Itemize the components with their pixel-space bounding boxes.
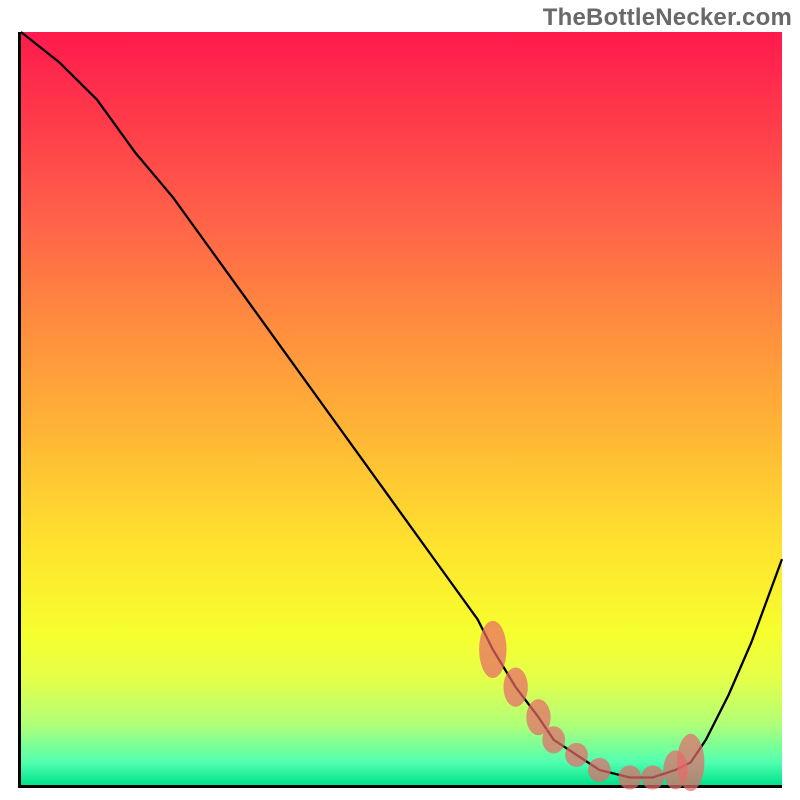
optimal-marker (503, 668, 527, 707)
optimal-marker (542, 726, 565, 753)
bottleneck-curve (21, 32, 782, 777)
plot-area (18, 32, 782, 788)
attribution-text: TheBottleNecker.com (543, 4, 792, 32)
optimal-marker (677, 734, 704, 791)
optimal-marker (641, 765, 664, 789)
optimal-marker (565, 743, 588, 767)
optimal-marker (618, 765, 641, 789)
curve-layer (21, 32, 782, 785)
chart-frame: TheBottleNecker.com (0, 0, 800, 800)
optimal-marker (588, 758, 611, 782)
optimal-marker (479, 621, 506, 678)
optimal-range-markers (479, 621, 704, 791)
